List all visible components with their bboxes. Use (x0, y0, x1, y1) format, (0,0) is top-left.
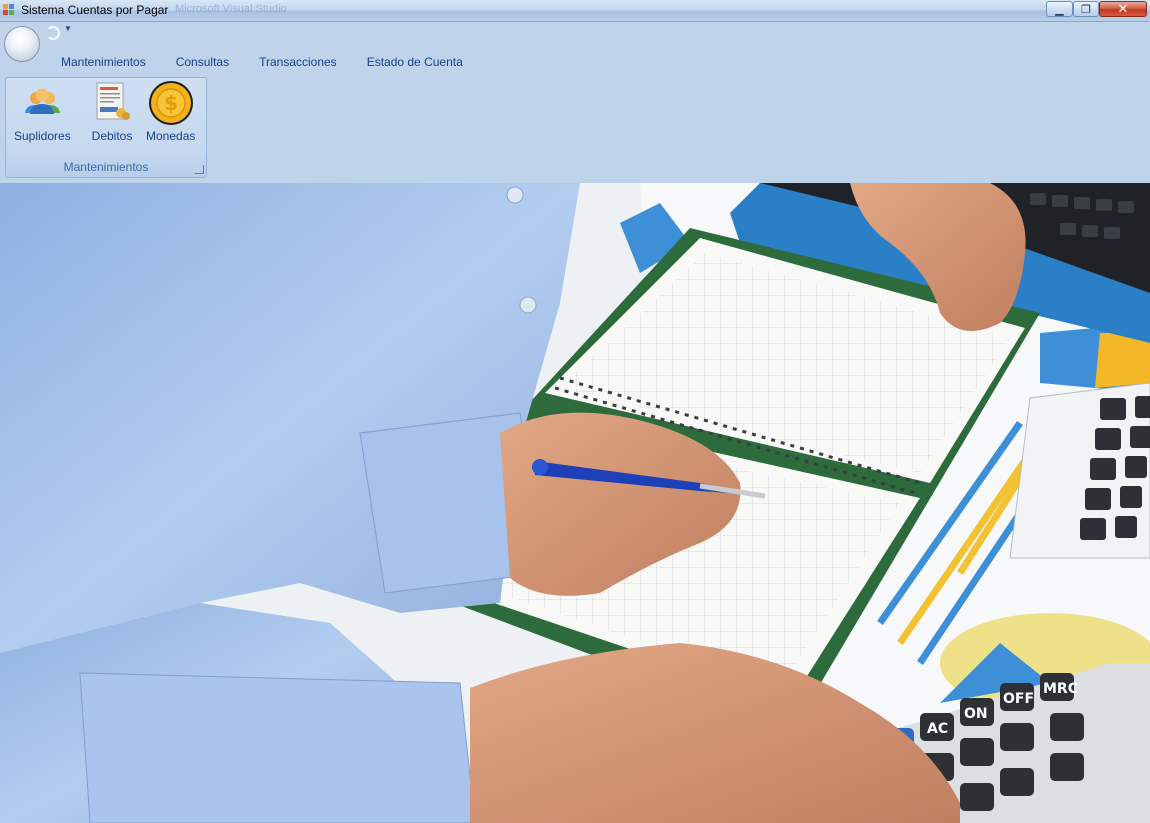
close-button[interactable]: ✕ (1099, 1, 1147, 17)
ribbon: ▼ Mantenimientos Consultas Transacciones… (0, 22, 1150, 183)
ribbon-group-mantenimientos: Suplidores Debitos $ Monedas Mantenimien… (5, 77, 207, 178)
invoice-icon (96, 82, 130, 120)
minimize-icon: ▁ (1055, 3, 1064, 16)
accounting-photo-icon: CEACON OFFMRC (0, 183, 1150, 823)
group-caption: Mantenimientos (63, 160, 149, 174)
suplidores-label: Suplidores (14, 129, 71, 143)
debitos-button[interactable]: Debitos (88, 80, 136, 146)
app-window: Sistema Cuentas por Pagar Microsoft Visu… (0, 0, 1150, 823)
monedas-label: Monedas (146, 129, 196, 143)
suplidores-button[interactable]: Suplidores (14, 80, 71, 146)
svg-text:MRC: MRC (1043, 681, 1078, 697)
users-icon (25, 88, 61, 114)
tab-transacciones[interactable]: Transacciones (244, 53, 352, 71)
debitos-label: Debitos (91, 129, 133, 143)
app-icon (3, 4, 14, 15)
tab-consultas[interactable]: Consultas (161, 53, 244, 71)
svg-text:ON: ON (964, 706, 988, 722)
monedas-button[interactable]: $ Monedas (146, 80, 195, 146)
faded-title: Microsoft Visual Studio (175, 3, 287, 15)
minimize-button[interactable]: ▁ (1046, 1, 1073, 17)
window-title: Sistema Cuentas por Pagar (21, 3, 169, 17)
restore-icon: ❐ (1081, 3, 1091, 16)
tab-estado-de-cuenta[interactable]: Estado de Cuenta (352, 53, 478, 71)
title-bar[interactable]: Sistema Cuentas por Pagar Microsoft Visu… (0, 0, 1150, 22)
quick-access-dropdown-icon[interactable]: ▼ (64, 24, 72, 33)
coin-icon: $ (148, 81, 193, 125)
tab-mantenimientos[interactable]: Mantenimientos (46, 53, 161, 71)
close-icon: ✕ (1117, 1, 1129, 16)
undo-icon[interactable] (46, 26, 60, 40)
ribbon-tabs: Mantenimientos Consultas Transacciones E… (46, 53, 478, 71)
svg-text:OFF: OFF (1003, 691, 1034, 707)
application-menu-orb[interactable] (4, 26, 40, 62)
maximize-button[interactable]: ❐ (1073, 1, 1099, 17)
dialog-launcher-icon[interactable] (195, 165, 204, 174)
svg-text:AC: AC (927, 721, 948, 737)
background-photo: CEACON OFFMRC (0, 183, 1150, 823)
svg-text:$: $ (164, 91, 178, 115)
